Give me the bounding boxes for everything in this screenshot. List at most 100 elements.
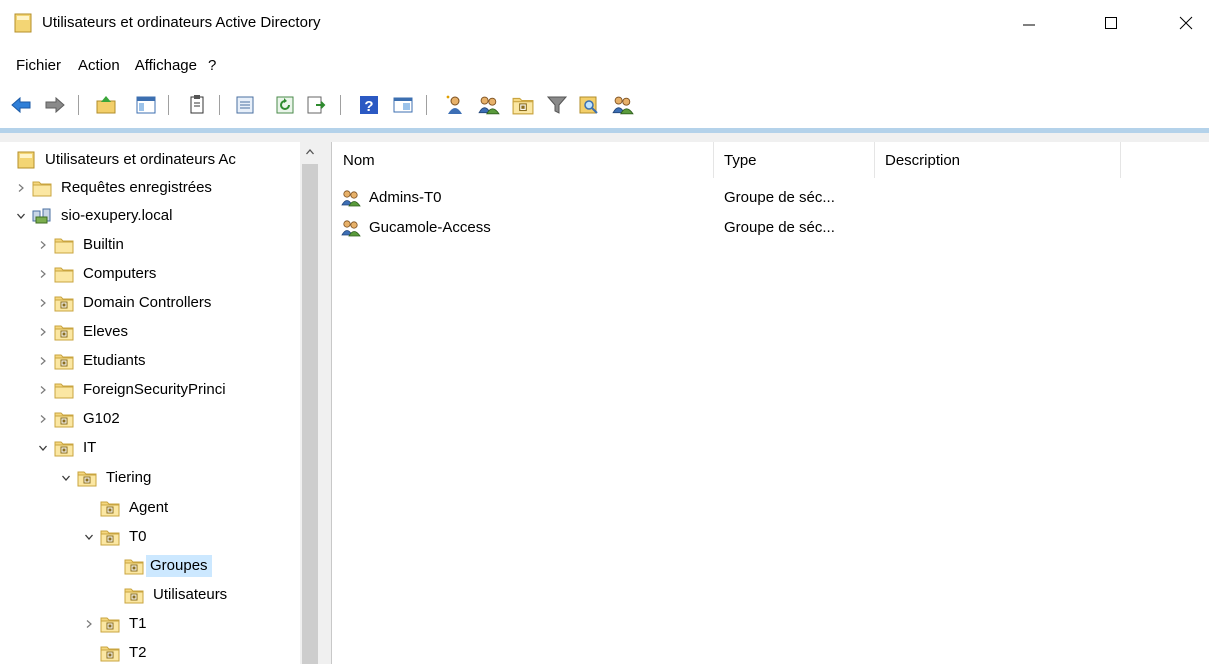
menu-action[interactable]: Action: [78, 54, 120, 80]
list-pane[interactable]: Nom Type Description Admins-T0 Groupe de…: [333, 142, 1209, 664]
menu-fichier[interactable]: Fichier: [16, 54, 61, 80]
tree-node-it[interactable]: IT: [32, 434, 98, 462]
maximize-button[interactable]: [1088, 0, 1134, 46]
tree-label: Groupes: [146, 555, 212, 577]
list-item-name: Admins-T0: [369, 189, 442, 206]
window-title: Utilisateurs et ordinateurs Active Direc…: [42, 14, 321, 31]
tree-label: Requêtes enregistrées: [61, 179, 212, 196]
tree-node-domain-controllers[interactable]: Domain Controllers: [32, 289, 213, 317]
minimize-button[interactable]: [1006, 0, 1052, 46]
chevron-down-icon[interactable]: [32, 434, 54, 462]
tree-node-groupes[interactable]: Groupes: [124, 552, 212, 580]
column-header-description[interactable]: Description: [875, 142, 1121, 178]
menu-help[interactable]: ?: [208, 54, 216, 80]
chevron-right-icon[interactable]: [32, 260, 54, 288]
tree-label: IT: [83, 439, 97, 456]
domain-icon: [32, 208, 51, 224]
ou-icon: [54, 294, 74, 312]
properties-icon[interactable]: [234, 94, 256, 116]
tree-node-root[interactable]: Utilisateurs et ordinateurs Ac: [16, 146, 238, 174]
new-ou-icon[interactable]: [512, 94, 534, 116]
tree-label: Domain Controllers: [83, 294, 212, 311]
up-folder-icon[interactable]: [95, 94, 117, 116]
list-item-name: Gucamole-Access: [369, 219, 491, 236]
chevron-right-icon[interactable]: [32, 318, 54, 346]
ou-icon: [124, 557, 144, 575]
list-item-type: Groupe de séc...: [724, 219, 835, 236]
copy-icon[interactable]: [186, 94, 208, 116]
tree-node-t2[interactable]: T2: [100, 639, 149, 664]
chevron-right-icon[interactable]: [32, 405, 54, 433]
toolbar-separator: [219, 95, 220, 115]
chevron-right-icon[interactable]: [10, 174, 32, 202]
ou-icon: [77, 469, 97, 487]
refresh-icon[interactable]: [274, 94, 296, 116]
tree-node-eleves[interactable]: Eleves: [32, 318, 130, 346]
back-icon[interactable]: [10, 94, 32, 116]
tree-node-tiering[interactable]: Tiering: [55, 464, 153, 492]
toolbar-separator: [78, 95, 79, 115]
toolbar-separator: [168, 95, 169, 115]
help-icon[interactable]: ?: [358, 94, 380, 116]
tree-node-g102[interactable]: G102: [32, 405, 122, 433]
tree-label: T2: [129, 644, 147, 661]
tree-node-saved-queries[interactable]: Requêtes enregistrées: [10, 174, 214, 202]
tree-node-domain[interactable]: sio-exupery.local: [10, 202, 174, 230]
list-item[interactable]: Admins-T0 Groupe de séc...: [333, 186, 1209, 212]
ou-icon: [54, 410, 74, 428]
chevron-right-icon[interactable]: [32, 231, 54, 259]
tree-node-t0[interactable]: T0: [78, 523, 149, 551]
menu-bar: Fichier Action Affichage ?: [0, 54, 225, 80]
find-icon[interactable]: [578, 94, 600, 116]
chevron-right-icon[interactable]: [32, 376, 54, 404]
forward-icon[interactable]: [44, 94, 66, 116]
chevron-up-icon: [306, 149, 314, 155]
chevron-down-icon[interactable]: [78, 523, 100, 551]
menu-affichage[interactable]: Affichage: [135, 54, 197, 80]
column-header-name[interactable]: Nom: [333, 142, 714, 178]
tree-label: G102: [83, 410, 120, 427]
chevron-down-icon[interactable]: [10, 202, 32, 230]
tree-node-builtin[interactable]: Builtin: [32, 231, 126, 259]
column-header-label: Type: [724, 151, 757, 169]
scroll-up-button[interactable]: [300, 142, 320, 162]
export-icon[interactable]: [306, 94, 328, 116]
tree-scrollbar[interactable]: [300, 142, 320, 664]
chevron-right-icon[interactable]: [32, 347, 54, 375]
close-button[interactable]: [1163, 0, 1209, 46]
new-user-icon[interactable]: [444, 94, 466, 116]
group-icon: [341, 189, 361, 207]
tree-node-agent[interactable]: Agent: [100, 494, 170, 522]
tree-node-computers[interactable]: Computers: [32, 260, 158, 288]
column-header-label: Description: [885, 151, 961, 169]
pane-splitter[interactable]: [320, 142, 332, 664]
add-to-group-icon[interactable]: [612, 94, 634, 116]
tree-node-foreign-security-principals[interactable]: ForeignSecurityPrinci: [32, 376, 228, 404]
chevron-down-icon[interactable]: [55, 464, 77, 492]
close-icon: [1179, 16, 1193, 30]
ou-icon: [100, 499, 120, 517]
console-icon[interactable]: [392, 94, 414, 116]
chevron-right-icon[interactable]: [78, 610, 100, 638]
tree-node-etudiants[interactable]: Etudiants: [32, 347, 148, 375]
column-header-label: Nom: [343, 151, 375, 169]
tree-label: ForeignSecurityPrinci: [83, 381, 226, 398]
tree-pane[interactable]: Utilisateurs et ordinateurs Ac Requêtes …: [10, 142, 300, 664]
tree-node-t1[interactable]: T1: [78, 610, 149, 638]
ou-icon: [100, 528, 120, 546]
list-item[interactable]: Gucamole-Access Groupe de séc...: [333, 216, 1209, 242]
filter-icon[interactable]: [546, 94, 568, 116]
tree-label: Computers: [83, 265, 157, 282]
show-tree-icon[interactable]: [135, 94, 157, 116]
scroll-thumb[interactable]: [302, 164, 318, 664]
new-group-icon[interactable]: [478, 94, 500, 116]
console-root-icon: [17, 151, 35, 169]
list-item-type: Groupe de séc...: [724, 189, 835, 206]
tree-label: T1: [129, 615, 147, 632]
chevron-right-icon[interactable]: [32, 289, 54, 317]
app-icon: [14, 13, 32, 33]
tree-node-utilisateurs[interactable]: Utilisateurs: [124, 581, 229, 609]
column-header-type[interactable]: Type: [714, 142, 875, 178]
ou-icon: [54, 439, 74, 457]
tree-label: T0: [129, 528, 147, 545]
